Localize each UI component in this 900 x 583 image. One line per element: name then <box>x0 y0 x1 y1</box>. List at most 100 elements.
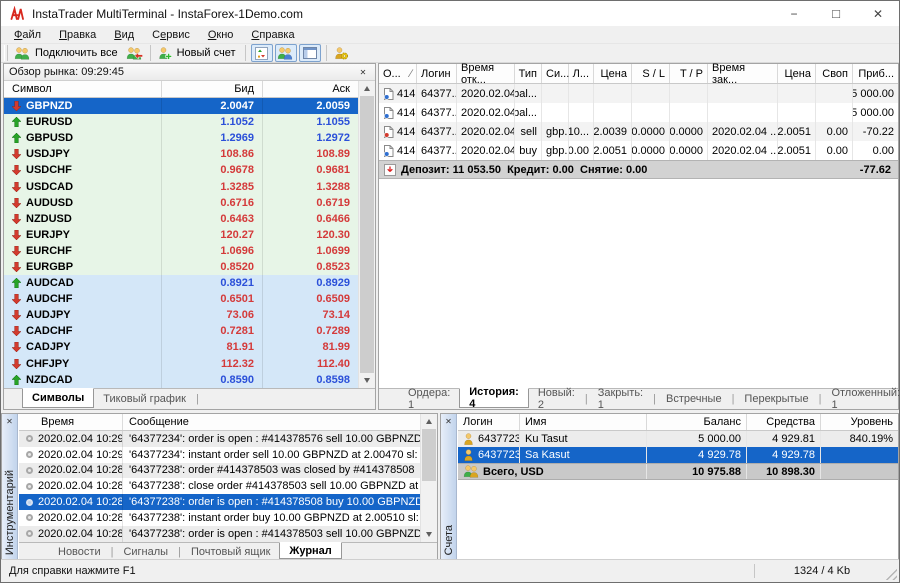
scrollbar-thumb[interactable] <box>422 429 436 481</box>
column-header-Бид[interactable]: Бид <box>162 81 263 97</box>
orders-row[interactable]: 414...64377...2020.02.04 ...buygbp...0.0… <box>379 141 898 160</box>
order-cell-3: bal... <box>515 84 542 103</box>
column-header-Символ[interactable]: Символ <box>4 81 162 97</box>
column-header-Время зак...[interactable]: Время зак... <box>708 64 778 83</box>
menu-item-Вид[interactable]: Вид <box>105 28 143 42</box>
column-header-Своп[interactable]: Своп <box>816 64 853 83</box>
column-header-Цена[interactable]: Цена <box>594 64 632 83</box>
market-watch-row-NZDCAD[interactable]: NZDCAD0.85900.8598 <box>4 372 358 388</box>
menu-item-Файл[interactable]: Файл <box>5 28 50 42</box>
disconnect-all-icon[interactable] <box>123 46 146 61</box>
journal-row[interactable]: 2020.02.04 10:29:...'64377234': order is… <box>19 431 420 447</box>
tab-Новости[interactable]: Новости <box>49 543 110 560</box>
column-header-Приб...[interactable]: Приб... <box>853 64 898 83</box>
scroll-up-icon[interactable] <box>421 414 437 429</box>
journal-close-icon[interactable]: ✕ <box>2 417 17 426</box>
column-header-Время отк...[interactable]: Время отк... <box>457 64 515 83</box>
market-watch-row-AUDCHF[interactable]: AUDCHF0.65010.6509 <box>4 291 358 307</box>
scrollbar-thumb[interactable] <box>360 96 374 373</box>
journal-row[interactable]: 2020.02.04 10:28:...'64377238': order #4… <box>19 463 420 479</box>
market-watch-row-CADJPY[interactable]: CADJPY81.9181.99 <box>4 339 358 355</box>
market-watch-row-CHFJPY[interactable]: CHFJPY112.32112.40 <box>4 356 358 372</box>
column-header-Средства[interactable]: Средства <box>747 414 821 430</box>
market-watch-row-EURUSD[interactable]: EURUSD1.10521.1055 <box>4 114 358 130</box>
toolbar-separator <box>150 45 151 61</box>
account-level-cell: 840.19% <box>821 431 898 447</box>
column-header-Аск[interactable]: Аск <box>263 81 358 97</box>
toggle-toolbox-button[interactable] <box>299 44 321 62</box>
journal-row[interactable]: 2020.02.04 10:28:...'64377238': instant … <box>19 510 420 526</box>
column-header-Л...[interactable]: Л... <box>569 64 594 83</box>
column-header-Баланс[interactable]: Баланс <box>647 414 747 430</box>
market-watch-row-AUDJPY[interactable]: AUDJPY73.0673.14 <box>4 307 358 323</box>
order-cell-11 <box>816 84 853 103</box>
tab-Тиковый график[interactable]: Тиковый график <box>94 389 195 409</box>
orders-summary-row: Депозит: 11 053.50 Кредит: 0.00 Снятие: … <box>379 160 898 179</box>
journal-scrollbar[interactable] <box>420 414 437 542</box>
column-header-T / P[interactable]: T / P <box>670 64 708 83</box>
order-cell-3: buy <box>515 141 542 160</box>
market-watch-row-USDCHF[interactable]: USDCHF0.96780.9681 <box>4 162 358 178</box>
orders-row[interactable]: 414...64377...2020.02.04 ...sellgbp...10… <box>379 122 898 141</box>
column-header-Логин[interactable]: Логин <box>417 64 457 83</box>
market-watch-row-AUDCAD[interactable]: AUDCAD0.89210.8929 <box>4 275 358 291</box>
new-account-button[interactable]: Новый счет <box>155 46 241 61</box>
market-watch-row-EURGBP[interactable]: EURGBP0.85200.8523 <box>4 259 358 275</box>
tab-Почтовый ящик[interactable]: Почтовый ящик <box>182 543 279 560</box>
tab-Журнал[interactable]: Журнал <box>279 542 341 559</box>
menu-item-Окно[interactable]: Окно <box>199 28 243 42</box>
column-header-Логин[interactable]: Логин <box>458 414 520 430</box>
column-header-Уровень[interactable]: Уровень <box>821 414 898 430</box>
connect-all-button[interactable]: Подключить все <box>11 46 123 61</box>
toggle-accounts-button[interactable] <box>275 44 297 62</box>
column-header-Тип[interactable]: Тип <box>515 64 542 83</box>
market-watch-row-EURJPY[interactable]: EURJPY120.27120.30 <box>4 227 358 243</box>
market-watch-row-EURCHF[interactable]: EURCHF1.06961.0699 <box>4 243 358 259</box>
order-cell-8: 0.0000 <box>670 122 708 141</box>
tab-История: 4[interactable]: История: 4 <box>459 388 529 408</box>
column-header-О...[interactable]: О...∕ <box>379 64 417 83</box>
market-watch-row-NZDUSD[interactable]: NZDUSD0.64630.6466 <box>4 211 358 227</box>
scroll-down-icon[interactable] <box>359 373 375 388</box>
orders-row[interactable]: 414...64377...2020.02.04 ...bal...5 000.… <box>379 103 898 122</box>
scroll-up-icon[interactable] <box>359 81 375 96</box>
column-header-Имя[interactable]: Имя <box>520 414 647 430</box>
market-watch-row-AUDUSD[interactable]: AUDUSD0.67160.6719 <box>4 195 358 211</box>
accounts-close-icon[interactable]: ✕ <box>441 417 456 426</box>
account-row-64377238[interactable]: 64377238Sa Kasut4 929.784 929.78 <box>458 447 898 463</box>
journal-row[interactable]: 2020.02.04 10:28:...'64377238': order is… <box>19 526 420 542</box>
menu-item-Сервис[interactable]: Сервис <box>143 28 199 42</box>
minimize-button[interactable]: − <box>773 1 815 26</box>
tab-Сигналы[interactable]: Сигналы <box>114 543 177 560</box>
orders-row[interactable]: 414...64377...2020.02.04 ...bal...5 000.… <box>379 84 898 103</box>
journal-row[interactable]: 2020.02.04 10:28:...'64377238': close or… <box>19 478 420 494</box>
tab-Перекрытые[interactable]: Перекрытые <box>735 389 817 409</box>
market-watch-row-CADCHF[interactable]: CADCHF0.72810.7289 <box>4 323 358 339</box>
market-watch-close-icon[interactable]: ✕ <box>356 68 370 77</box>
market-watch-scrollbar[interactable] <box>358 81 375 388</box>
column-header-Цена[interactable]: Цена <box>778 64 816 83</box>
tab-Новый: 2[interactable]: Новый: 2 <box>529 389 584 409</box>
column-header-S / L[interactable]: S / L <box>632 64 670 83</box>
close-button[interactable]: ✕ <box>857 1 899 26</box>
toolbar-grip[interactable] <box>4 45 8 61</box>
market-watch-row-GBPNZD[interactable]: GBPNZD2.00472.0059 <box>4 98 358 114</box>
tab-Закрыть: 1[interactable]: Закрыть: 1 <box>589 389 652 409</box>
scroll-down-icon[interactable] <box>421 527 437 542</box>
market-watch-row-USDJPY[interactable]: USDJPY108.86108.89 <box>4 146 358 162</box>
maximize-button[interactable]: □ <box>815 1 857 26</box>
tab-Отложенный: 1[interactable]: Отложенный: 1 <box>822 389 900 409</box>
menu-item-Правка[interactable]: Правка <box>50 28 105 42</box>
journal-row[interactable]: 2020.02.04 10:28:...'64377238': order is… <box>19 494 420 510</box>
account-settings-icon[interactable] <box>331 46 352 61</box>
tab-Символы[interactable]: Символы <box>22 388 94 408</box>
tab-Ордера: 1[interactable]: Ордера: 1 <box>399 389 459 409</box>
account-row-64377234[interactable]: 64377234Ku Tasut5 000.004 929.81840.19% <box>458 431 898 447</box>
column-header-Си...[interactable]: Си... <box>542 64 569 83</box>
market-watch-row-GBPUSD[interactable]: GBPUSD1.29691.2972 <box>4 130 358 146</box>
toggle-market-watch-button[interactable] <box>251 44 273 62</box>
menu-item-Справка[interactable]: Справка <box>242 28 303 42</box>
tab-Встречные[interactable]: Встречные <box>657 389 731 409</box>
market-watch-row-USDCAD[interactable]: USDCAD1.32851.3288 <box>4 178 358 194</box>
journal-row[interactable]: 2020.02.04 10:29:...'64377234': instant … <box>19 447 420 463</box>
